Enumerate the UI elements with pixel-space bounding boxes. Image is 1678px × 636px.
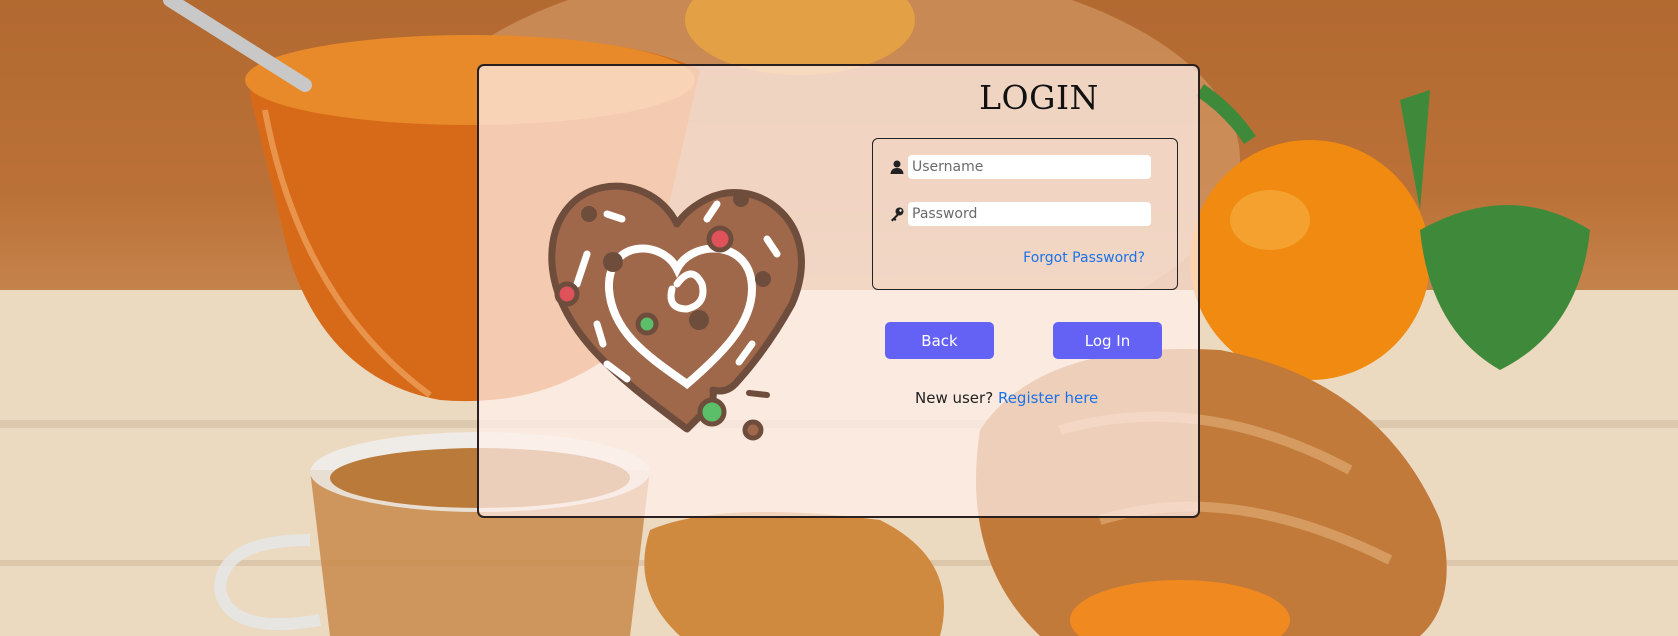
key-icon bbox=[891, 207, 904, 222]
username-input[interactable] bbox=[908, 155, 1151, 179]
password-row bbox=[889, 202, 1151, 226]
register-prompt: New user? bbox=[915, 389, 994, 407]
login-form: Forgot Password? bbox=[872, 138, 1178, 290]
login-page: LOGIN Forgot Password? Back Log In bbox=[0, 0, 1678, 636]
back-button[interactable]: Back bbox=[885, 322, 994, 359]
page-title: LOGIN bbox=[979, 78, 1099, 117]
login-button[interactable]: Log In bbox=[1053, 322, 1162, 359]
register-link[interactable]: Register here bbox=[998, 389, 1098, 407]
username-row bbox=[889, 155, 1151, 179]
register-line: New user? Register here bbox=[915, 389, 1098, 407]
forgot-password-link[interactable]: Forgot Password? bbox=[1023, 250, 1145, 266]
login-card: LOGIN Forgot Password? Back Log In bbox=[477, 64, 1200, 518]
user-icon bbox=[890, 160, 904, 174]
password-input[interactable] bbox=[908, 202, 1151, 226]
gingerbread-heart-icon bbox=[548, 182, 805, 441]
